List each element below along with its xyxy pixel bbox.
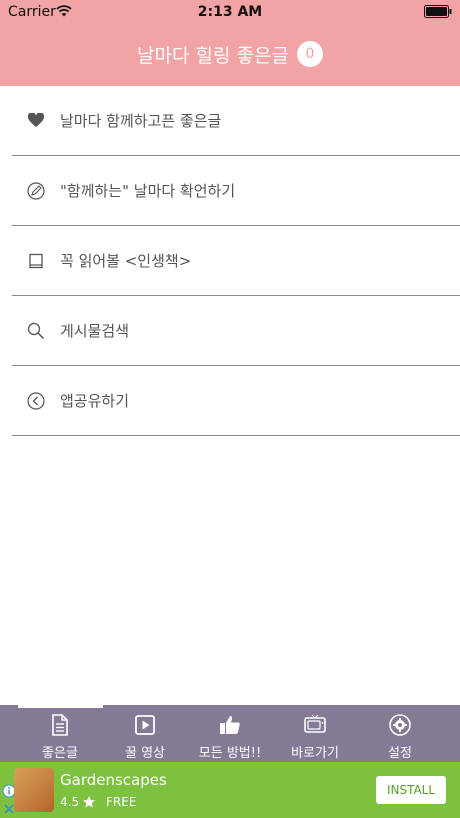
menu-item-label: 날마다 함께하고픈 좋은글 <box>60 112 222 130</box>
menu-item-label: 꼭 읽어볼 <인생책> <box>60 252 192 270</box>
tv-icon <box>304 714 326 733</box>
ad-app-thumbnail[interactable] <box>14 768 54 812</box>
ad-rating: 4.5 <box>60 795 80 809</box>
ad-banner[interactable]: Gardenscapes 4.5 FREE INSTALL <box>0 762 460 818</box>
page-title: 날마다 힐링 좋은글 <box>137 44 289 67</box>
tab-settings[interactable]: 설정 <box>354 713 446 762</box>
thumbs-up-icon <box>220 716 240 734</box>
status-time: 2:13 AM <box>197 4 263 20</box>
tab-videos[interactable]: 꿀 영상 <box>99 713 191 762</box>
pencil-circle-icon <box>26 181 46 201</box>
install-button[interactable]: INSTALL <box>376 776 446 804</box>
nav-title-area: 날마다 힐링 좋은글 0 <box>0 38 460 70</box>
menu-item-life-books[interactable]: 꼭 읽어볼 <인생책> <box>12 226 460 296</box>
menu-item-daily-quotes[interactable]: 날마다 함께하고픈 좋은글 <box>12 86 460 156</box>
tab-label: 모든 방법!! <box>198 746 262 761</box>
search-icon <box>26 321 46 341</box>
document-icon <box>52 714 68 736</box>
share-back-icon <box>26 391 46 411</box>
tab-shortcuts[interactable]: 바로가기 <box>269 713 361 762</box>
tab-label: 꿀 영상 <box>124 746 165 761</box>
play-icon <box>135 715 155 735</box>
heart-icon <box>26 111 46 131</box>
gear-icon <box>389 714 411 736</box>
tab-label: 설정 <box>388 746 412 761</box>
navigation-header: Carrier 2:13 AM 날마다 힐링 좋은글 0 <box>0 0 460 86</box>
menu-item-affirmation[interactable]: "함께하는" 날마다 확언하기 <box>12 156 460 226</box>
tab-label: 좋은글 <box>42 746 78 761</box>
menu-item-label: 앱공유하기 <box>60 392 130 410</box>
tab-label: 바로가기 <box>291 746 339 761</box>
ad-price: FREE <box>106 795 137 809</box>
battery-icon <box>424 5 452 18</box>
ad-title[interactable]: Gardenscapes <box>60 771 167 789</box>
notification-badge[interactable]: 0 <box>296 41 323 67</box>
tab-good-quotes[interactable]: 좋은글 <box>14 713 106 762</box>
main-menu: 날마다 함께하고픈 좋은글 "함께하는" 날마다 확언하기 꼭 읽어볼 <인생책… <box>0 86 460 436</box>
menu-item-search[interactable]: 게시물검색 <box>12 296 460 366</box>
book-icon <box>26 251 46 271</box>
tab-bar: 좋은글 꿀 영상 모든 방법!! 바로가기 설정 <box>0 705 460 762</box>
tab-all-methods[interactable]: 모든 방법!! <box>184 713 276 762</box>
menu-item-label: "함께하는" 날마다 확언하기 <box>60 182 236 200</box>
active-tab-indicator <box>18 705 103 708</box>
star-icon <box>83 796 95 808</box>
menu-item-share-app[interactable]: 앱공유하기 <box>12 366 460 436</box>
status-bar: Carrier 2:13 AM <box>0 0 460 24</box>
menu-item-label: 게시물검색 <box>60 322 130 340</box>
